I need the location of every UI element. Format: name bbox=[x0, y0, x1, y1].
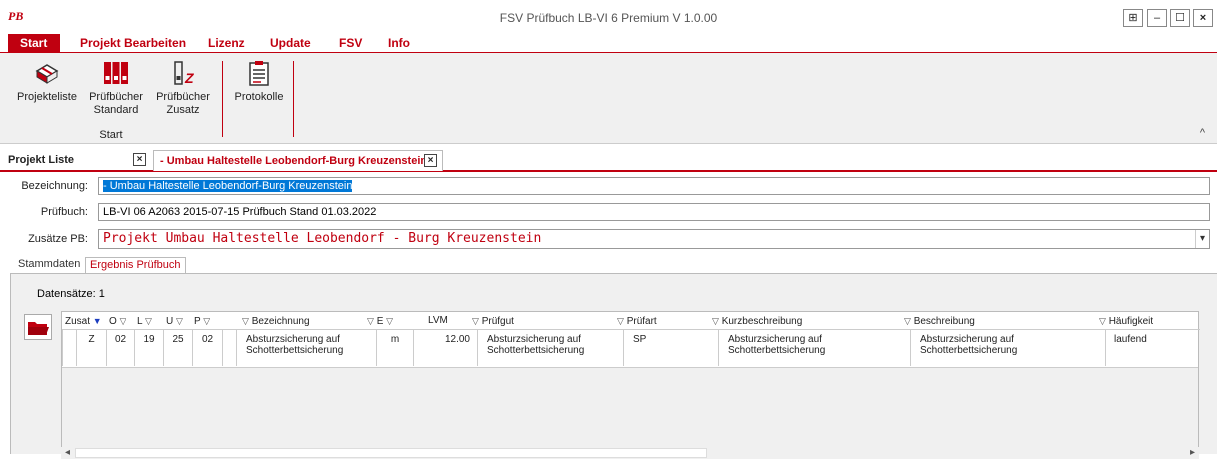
svg-text:Z: Z bbox=[184, 70, 194, 86]
cell-haeufigkeit: laufend bbox=[1105, 330, 1200, 366]
tab-stammdaten[interactable]: Stammdaten bbox=[14, 257, 86, 273]
close-icon[interactable]: × bbox=[424, 154, 437, 167]
cell-bezeichnung: Absturzsicherung auf Schotterbettsicherun… bbox=[236, 330, 376, 366]
menu-start[interactable]: Start bbox=[8, 34, 60, 52]
projekteliste-label: Projekteliste bbox=[17, 91, 77, 103]
ribbon-separator bbox=[222, 61, 223, 137]
cell-pruefart: SP bbox=[623, 330, 718, 366]
cell-pruefgut-line2: Schotterbettsicherung bbox=[487, 345, 585, 356]
cell-p: 02 bbox=[192, 330, 222, 366]
tab-projekt-liste-label: Projekt Liste bbox=[8, 154, 75, 166]
pruefbuecher-zusatz-label-2: Zusatz bbox=[166, 104, 200, 116]
menu-bar: Start Projekt Bearbeiten Lizenz Update F… bbox=[0, 34, 1217, 52]
window-title: FSV Prüfbuch LB-VI 6 Premium V 1.0.00 bbox=[499, 11, 718, 25]
tab-umbau-haltestelle-label: - Umbau Haltestelle Leobendorf-Burg Kreu… bbox=[160, 155, 428, 167]
scroll-right-icon[interactable]: ▸ bbox=[1190, 447, 1195, 458]
pruefbuch-label: Prüfbuch: bbox=[40, 206, 88, 218]
cell-o: 02 bbox=[106, 330, 134, 366]
document-tabs: Projekt Liste × - Umbau Haltestelle Leob… bbox=[0, 150, 1217, 172]
bezeichnung-label: Bezeichnung: bbox=[21, 180, 88, 192]
tab-ergebnis-pruefbuch[interactable]: Ergebnis Prüfbuch bbox=[85, 257, 186, 273]
table-row[interactable]: Z 02 19 25 02 Absturzsicherung auf Schott… bbox=[62, 312, 1200, 368]
books-icon bbox=[102, 59, 130, 87]
clipboard-icon bbox=[245, 59, 273, 87]
zusaetze-label: Zusätze PB: bbox=[28, 233, 88, 245]
menu-projekt-bearbeiten[interactable]: Projekt Bearbeiten bbox=[72, 34, 194, 52]
record-count: Datensätze: 1 bbox=[37, 288, 105, 300]
minimize-button[interactable]: – bbox=[1147, 9, 1167, 27]
scroll-left-icon[interactable]: ◂ bbox=[65, 447, 70, 458]
cell-empty bbox=[222, 330, 236, 366]
pruefbuecher-standard-button[interactable]: Prüfbücher Standard bbox=[86, 53, 146, 117]
menu-lizenz[interactable]: Lizenz bbox=[200, 34, 253, 52]
cell-e: m bbox=[376, 330, 413, 366]
cell-kurzbeschreibung-line2: Schotterbettsicherung bbox=[728, 345, 826, 356]
pruefbuecher-standard-label-1: Prüfbücher bbox=[89, 91, 143, 103]
title-bar: PB FSV Prüfbuch LB-VI 6 Premium V 1.0.00… bbox=[0, 0, 1217, 34]
cell-beschreibung: Absturzsicherung auf Schotterbettsicherun… bbox=[910, 330, 1105, 366]
results-grid[interactable]: Zusat ▼ O ▽ L ▽ U ▽ P ▽ ▽ Bezeichnung ▽ … bbox=[61, 311, 1200, 447]
cell-pruefgut-line1: Absturzsicherung auf bbox=[487, 334, 581, 345]
tab-umbau-haltestelle[interactable]: - Umbau Haltestelle Leobendorf-Burg Kreu… bbox=[153, 150, 443, 171]
horizontal-scrollbar[interactable]: ◂ ▸ bbox=[61, 447, 1199, 459]
menu-info[interactable]: Info bbox=[380, 34, 418, 52]
pruefbuecher-standard-label-2: Standard bbox=[93, 104, 139, 116]
protokolle-button[interactable]: Protokolle bbox=[230, 53, 288, 104]
menu-fsv[interactable]: FSV bbox=[331, 34, 370, 52]
folder-icon bbox=[28, 322, 49, 335]
row-indicator bbox=[62, 330, 76, 366]
pruefbuecher-zusatz-button[interactable]: Z Prüfbücher Zusatz bbox=[153, 53, 213, 117]
maximize-button[interactable]: ☐ bbox=[1170, 9, 1190, 27]
menu-update[interactable]: Update bbox=[262, 34, 319, 52]
cell-pruefgut: Absturzsicherung auf Schotterbettsicherun… bbox=[477, 330, 623, 366]
cell-beschreibung-line1: Absturzsicherung auf bbox=[920, 334, 1014, 345]
scrollbar-thumb[interactable] bbox=[75, 448, 707, 458]
zusaetze-value: Projekt Umbau Haltestelle Leobendorf - B… bbox=[103, 231, 542, 246]
ribbon: Projekteliste Prüfbücher Standard Z Prüf… bbox=[0, 52, 1217, 144]
cell-zusat: Z bbox=[76, 330, 106, 366]
ribbon-separator bbox=[293, 61, 294, 137]
cell-kurzbeschreibung: Absturzsicherung auf Schotterbettsicherun… bbox=[718, 330, 910, 366]
tab-projekt-liste[interactable]: Projekt Liste × bbox=[0, 150, 150, 171]
pin-button[interactable]: ⊞ bbox=[1123, 9, 1143, 27]
close-button[interactable]: × bbox=[1193, 9, 1213, 27]
grid-empty-area bbox=[62, 367, 1198, 447]
bezeichnung-field[interactable]: - Umbau Haltestelle Leobendorf-Burg Kreu… bbox=[98, 177, 1210, 195]
cell-beschreibung-line2: Schotterbettsicherung bbox=[920, 345, 1018, 356]
cell-bezeichnung-line1: Absturzsicherung auf bbox=[246, 334, 340, 345]
pruefbuecher-zusatz-label-1: Prüfbücher bbox=[156, 91, 210, 103]
cell-lvm: 12.00 bbox=[413, 330, 477, 366]
cell-bezeichnung-line2: Schotterbettsicherung bbox=[246, 345, 344, 356]
cell-l: 19 bbox=[134, 330, 163, 366]
bezeichnung-value: - Umbau Haltestelle Leobendorf-Burg Kreu… bbox=[103, 180, 353, 192]
collapse-ribbon-button[interactable]: ^ bbox=[1200, 127, 1205, 139]
results-panel: Datensätze: 1 Zusat ▼ O ▽ L ▽ U ▽ P ▽ ▽ … bbox=[10, 273, 1217, 459]
cell-kurzbeschreibung-line1: Absturzsicherung auf bbox=[728, 334, 822, 345]
boxes-icon bbox=[33, 59, 61, 87]
folder-button[interactable] bbox=[24, 314, 52, 340]
cell-u: 25 bbox=[163, 330, 192, 366]
pruefbuch-field[interactable]: LB-VI 06 A2063 2015-07-15 Prüfbuch Stand… bbox=[98, 203, 1210, 221]
close-icon[interactable]: × bbox=[133, 153, 146, 166]
ribbon-group-label: Start bbox=[99, 129, 123, 141]
projekteliste-button[interactable]: Projekteliste bbox=[14, 53, 80, 104]
protokolle-label: Protokolle bbox=[234, 91, 284, 103]
zusaetze-select[interactable]: Projekt Umbau Haltestelle Leobendorf - B… bbox=[98, 229, 1210, 249]
book-z-icon: Z bbox=[169, 59, 197, 87]
chevron-down-icon[interactable]: ▾ bbox=[1195, 230, 1209, 248]
